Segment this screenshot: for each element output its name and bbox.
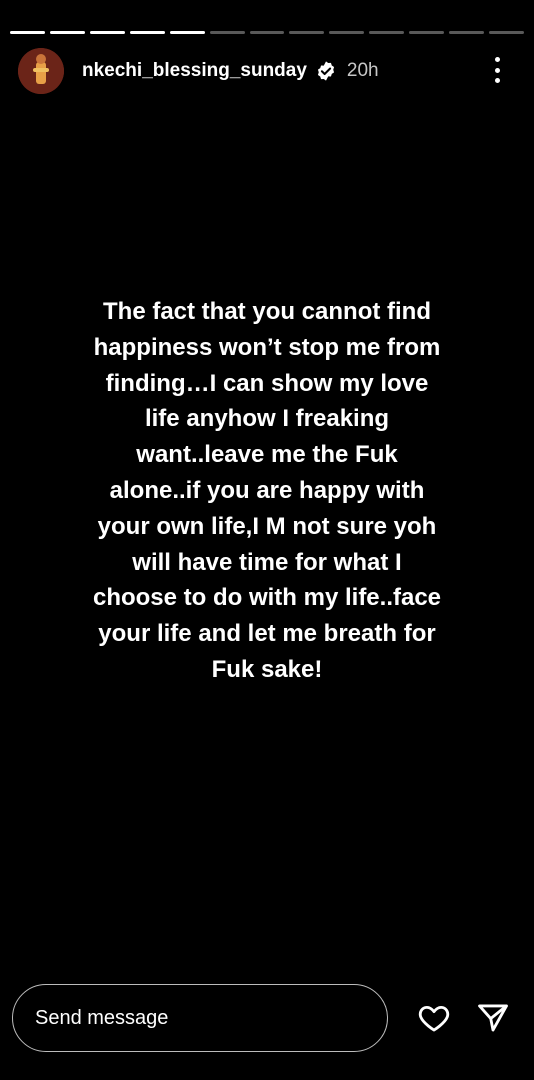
progress-segment (409, 31, 445, 34)
progress-segment (489, 31, 524, 34)
send-icon (478, 1004, 508, 1032)
progress-segment (209, 31, 245, 34)
progress-segment (169, 31, 205, 34)
avatar-image (18, 48, 64, 94)
story-header: nkechi_blessing_sunday 20h (18, 47, 516, 95)
progress-segment (369, 31, 405, 34)
story-text: The fact that you cannot find happiness … (92, 298, 442, 683)
story-footer: Send message (12, 982, 522, 1054)
progress-segment (329, 31, 365, 34)
progress-segment (89, 31, 125, 34)
progress-segment (249, 31, 285, 34)
avatar[interactable] (18, 48, 64, 94)
progress-segment (10, 31, 45, 34)
more-options-icon[interactable] (490, 57, 504, 83)
story-progress-bar (10, 31, 524, 34)
progress-segment (49, 31, 85, 34)
story-timestamp: 20h (346, 60, 379, 81)
send-button[interactable] (473, 998, 513, 1038)
like-button[interactable] (414, 998, 454, 1038)
send-message-placeholder: Send message (35, 1006, 169, 1029)
heart-icon (418, 1005, 450, 1032)
username[interactable]: nkechi_blessing_sunday (82, 60, 307, 82)
progress-segment (289, 31, 325, 34)
verified-badge-icon (317, 61, 334, 81)
progress-segment (129, 31, 165, 34)
progress-segment (449, 31, 485, 34)
send-message-input[interactable]: Send message (12, 984, 388, 1052)
